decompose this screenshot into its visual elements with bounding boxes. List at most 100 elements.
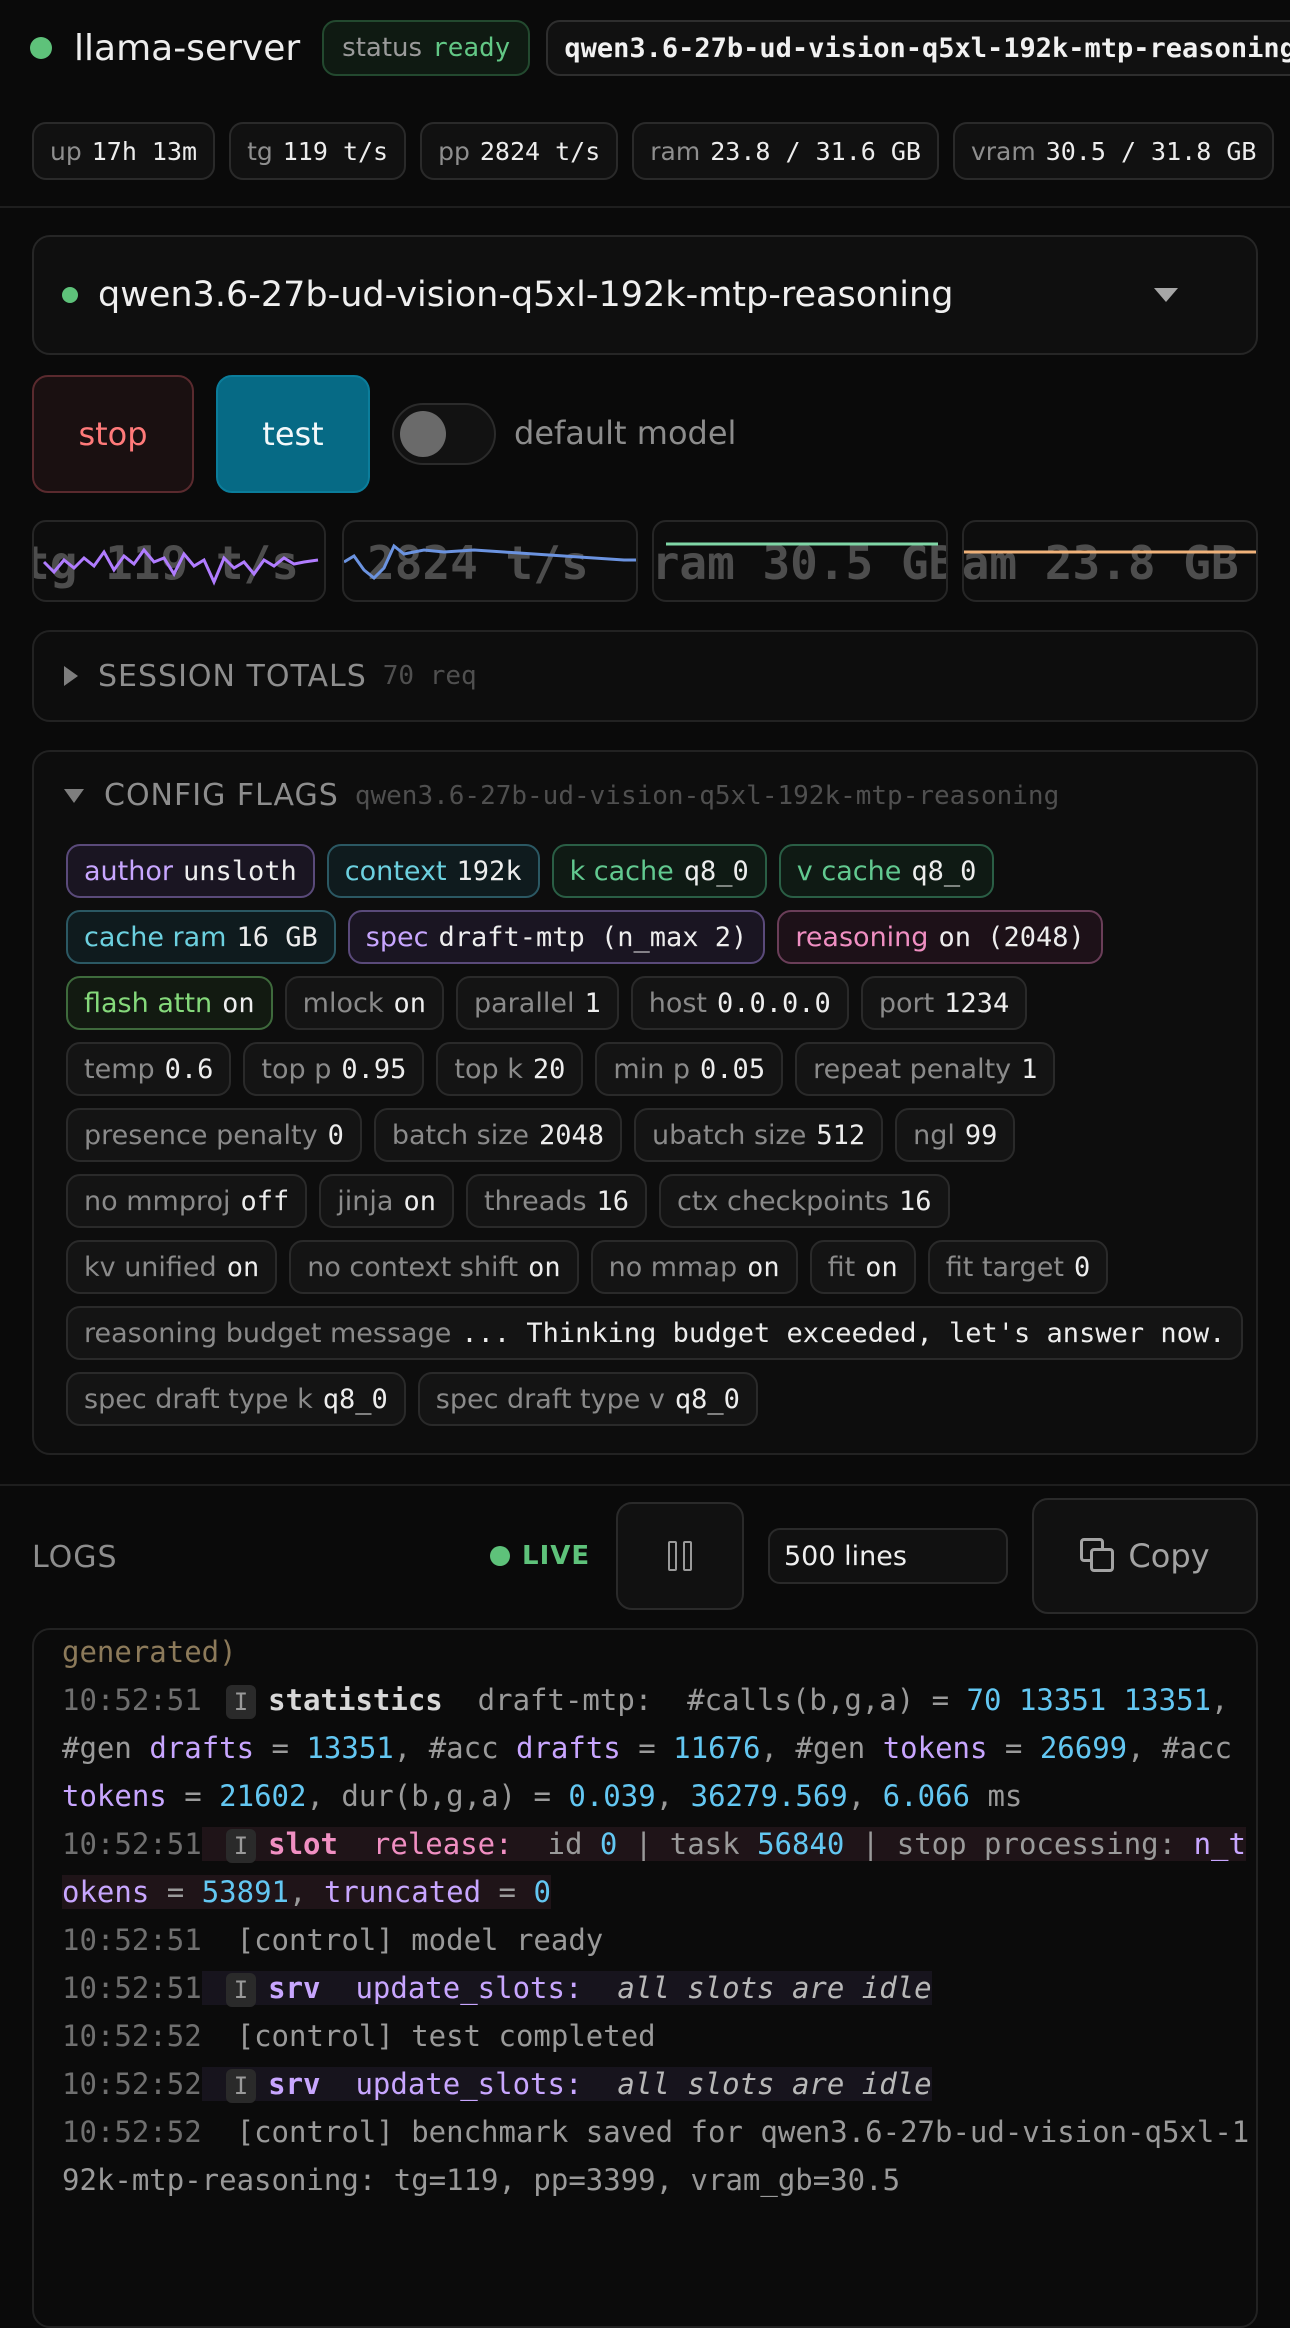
status-value: ready — [432, 33, 511, 63]
chevron-down-icon — [1154, 288, 1178, 302]
pause-button[interactable] — [616, 1502, 744, 1610]
config-chip: jinja on — [319, 1174, 454, 1228]
config-chip-value: 0.6 — [164, 1053, 214, 1085]
config-chip-value: 1234 — [944, 987, 1010, 1019]
log-panel[interactable]: generated) 10:52:51 Istatistics draft-mtp… — [32, 1628, 1258, 2328]
config-chip-key: host — [648, 987, 708, 1019]
config-chip: no mmap on — [590, 1240, 798, 1294]
config-chip-row: author unsloth context 192k k cache q8_0 v cac… — [66, 844, 1256, 898]
config-chip-value: 20 — [532, 1053, 566, 1085]
config-chip: presence penalty 0 — [66, 1108, 362, 1162]
config-chip-key: ctx checkpoints — [677, 1185, 890, 1217]
config-chip-value: 2048 — [539, 1119, 605, 1151]
default-model-toggle[interactable] — [392, 403, 496, 465]
config-chip: min p 0.05 — [595, 1042, 784, 1096]
toggle-knob — [400, 411, 446, 457]
stats-bar: up 17h 13m tg 119 t/s pp 2824 t/s ram 23.8 /… — [0, 96, 1290, 208]
config-chip-value: 192k — [456, 855, 522, 887]
sparkline-pp-line — [344, 543, 636, 581]
config-chip: top p 0.95 — [243, 1042, 425, 1096]
sparkline-ram-chart — [964, 550, 1256, 554]
session-totals-section[interactable]: SESSION TOTALS 70 req — [32, 630, 1258, 722]
config-chip-value: 0.95 — [341, 1053, 407, 1085]
stop-button[interactable]: stop — [32, 375, 194, 493]
status-key: status — [342, 33, 423, 63]
config-chip-key: author — [84, 855, 173, 887]
chevron-right-icon — [64, 666, 78, 686]
test-button[interactable]: test — [216, 375, 370, 493]
config-flags-header[interactable]: CONFIG FLAGS qwen3.6-27b-ud-vision-q5xl-… — [64, 778, 1059, 813]
config-chip-value: 512 — [816, 1119, 866, 1151]
log-lines: generated) 10:52:51 Istatistics draft-mtp… — [62, 1630, 1252, 2204]
config-chip-key: spec — [365, 921, 429, 953]
copy-button[interactable]: Copy — [1032, 1498, 1258, 1614]
stat-ram: ram 23.8 / 31.6 GB — [632, 122, 939, 180]
config-chip: kv unified on — [66, 1240, 278, 1294]
config-chip-key: threads — [483, 1185, 587, 1217]
config-chip-value: q8_0 — [322, 1383, 388, 1415]
config-chip-key: spec draft type v — [435, 1383, 665, 1415]
stat-tg: tg 119 t/s — [229, 122, 407, 180]
config-flags-section: CONFIG FLAGS qwen3.6-27b-ud-vision-q5xl-… — [32, 750, 1258, 1455]
config-chip-row: presence penalty 0 batch size 2048 ubatch si… — [66, 1108, 1256, 1162]
live-indicator: LIVE — [490, 1541, 590, 1571]
sparkline-vram-chart — [666, 542, 938, 546]
config-chip-value: 0.0.0.0 — [717, 987, 831, 1019]
config-chip-value: 1 — [584, 987, 601, 1019]
config-chip: author unsloth — [66, 844, 315, 898]
config-chip: spec draft type k q8_0 — [66, 1372, 406, 1426]
chevron-down-icon — [64, 788, 84, 803]
config-chip-key: min p — [613, 1053, 691, 1085]
config-chip: fit target 0 — [927, 1240, 1109, 1294]
config-chip-value: on — [393, 987, 426, 1019]
config-chip: parallel 1 — [456, 976, 619, 1030]
stat-value: 17h 13m — [91, 136, 198, 166]
status-badge: status ready — [322, 20, 531, 76]
config-chip: batch size 2048 — [373, 1108, 623, 1162]
config-chip-value: 16 — [899, 1185, 932, 1217]
session-totals-title: SESSION TOTALS — [98, 658, 367, 694]
pause-icon — [668, 1541, 677, 1571]
config-chip-value: 0.05 — [700, 1053, 766, 1085]
config-flags-title: CONFIG FLAGS — [104, 778, 339, 813]
config-chip-key: top k — [454, 1053, 523, 1085]
config-chip-key: fit — [827, 1251, 856, 1283]
config-chip-key: ngl — [913, 1119, 955, 1151]
log-line: 10:52:52 Isrv update_slots: all slots are… — [62, 2067, 932, 2103]
config-chip-key: cache ram — [84, 921, 227, 953]
config-chip: reasoning budget message ... Thinking bud… — [66, 1306, 1244, 1360]
sparkline-tg-line — [42, 547, 319, 586]
app-title: llama-server — [74, 27, 301, 69]
config-chip-row: kv unified on no context shift on no mmap on f… — [66, 1240, 1256, 1294]
config-chip-key: jinja — [337, 1185, 394, 1217]
config-chip-key: batch size — [391, 1119, 529, 1151]
stat-key: pp — [438, 136, 470, 166]
sparkline-pp: pp 2824 t/s — [342, 520, 638, 602]
config-flags-model: qwen3.6-27b-ud-vision-q5xl-192k-mtp-reas… — [354, 780, 1060, 811]
config-chip: fit on — [809, 1240, 916, 1294]
model-select[interactable]: qwen3.6-27b-ud-vision-q5xl-192k-mtp-reas… — [32, 235, 1258, 355]
config-chip: ubatch size 512 — [634, 1108, 884, 1162]
config-chip: no context shift on — [289, 1240, 579, 1294]
config-chip: context 192k — [326, 844, 540, 898]
config-chip-key: k cache — [569, 855, 674, 887]
log-line: 10:52:51 Istatistics draft-mtp: #calls(b,… — [62, 1683, 1250, 1813]
config-chip-value: q8_0 — [911, 855, 977, 887]
config-chip: ctx checkpoints 16 — [659, 1174, 950, 1228]
config-chip-row: cache ram 16 GB spec draft-mtp (n_max 2) rea… — [66, 910, 1256, 964]
lines-select[interactable]: 500 lines — [768, 1528, 1008, 1584]
config-chip-key: ubatch size — [652, 1119, 807, 1151]
pause-icon — [683, 1541, 692, 1571]
config-chip-key: context — [344, 855, 447, 887]
config-chip-key: kv unified — [84, 1251, 217, 1283]
config-chip-value: draft-mtp (n_max 2) — [438, 921, 748, 953]
config-chip-value: 99 — [964, 1119, 998, 1151]
config-chip-key: port — [878, 987, 935, 1019]
config-chip-key: repeat penalty — [813, 1053, 1012, 1085]
config-chip: repeat penalty 1 — [795, 1042, 1056, 1096]
server-status-dot — [30, 37, 52, 59]
config-chip-value: 16 GB — [236, 921, 318, 953]
config-chip-value: on — [528, 1251, 561, 1283]
config-chip-key: v cache — [796, 855, 902, 887]
config-chip-key: no mmap — [608, 1251, 738, 1283]
